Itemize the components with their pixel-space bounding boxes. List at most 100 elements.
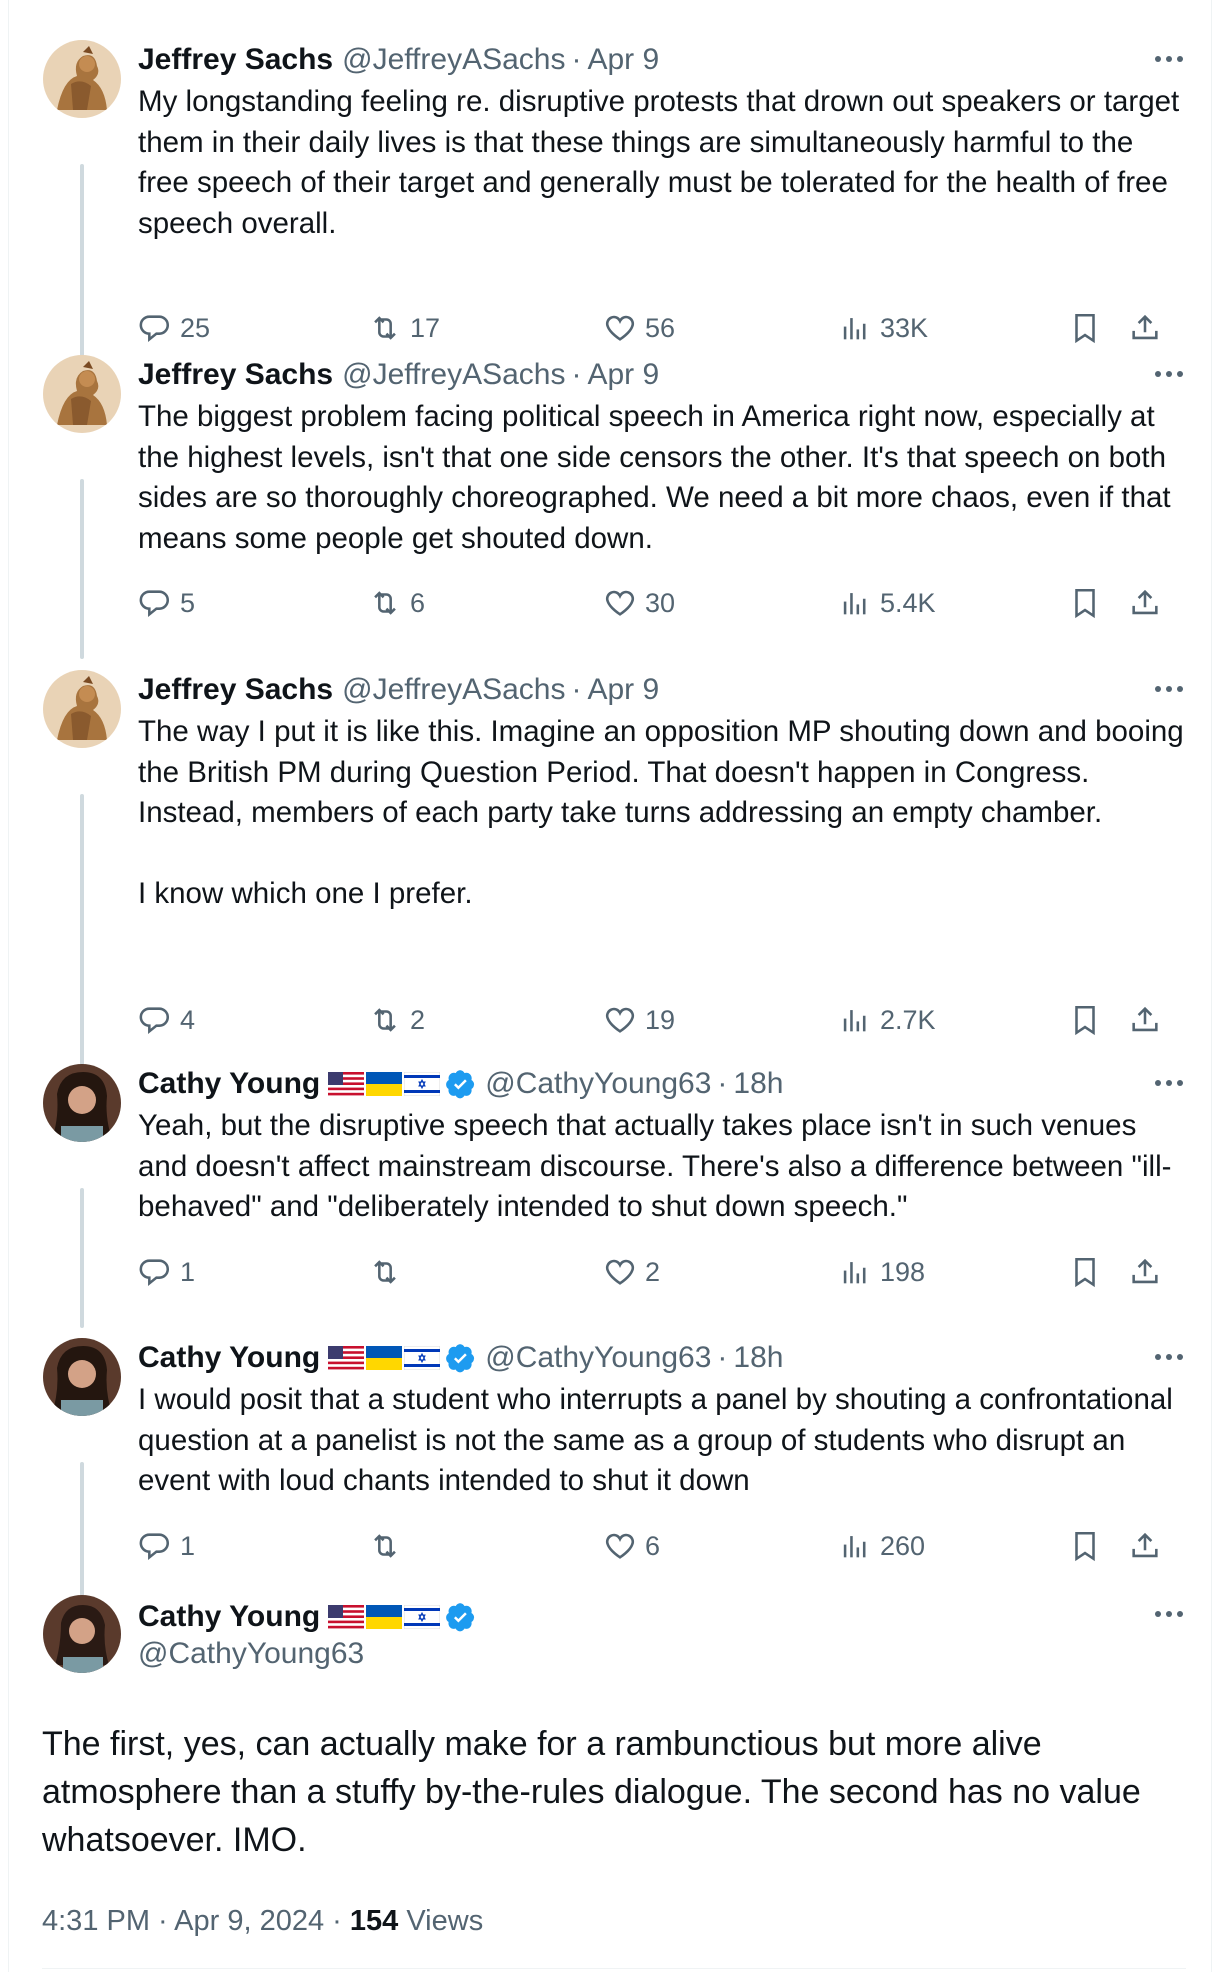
ukraine-flag-icon xyxy=(366,1072,403,1096)
author-name[interactable]: Cathy Young xyxy=(138,1600,320,1634)
share-button[interactable] xyxy=(1128,1252,1162,1292)
views-count: 198 xyxy=(880,1256,926,1287)
retweet-button[interactable] xyxy=(368,1526,410,1566)
tweet-actions: 4 2 19 2.7K xyxy=(138,1000,1188,1040)
reply-count: 1 xyxy=(180,1530,196,1561)
like-button[interactable]: 30 xyxy=(603,583,675,623)
bookmark-button[interactable] xyxy=(1068,1252,1102,1292)
bookmark-button[interactable] xyxy=(1068,1526,1102,1566)
reply-button[interactable]: 5 xyxy=(138,583,195,623)
views-button[interactable]: 260 xyxy=(838,1526,925,1566)
author-name[interactable]: Jeffrey Sachs xyxy=(138,43,333,77)
bookmark-icon xyxy=(1068,1255,1102,1289)
share-button[interactable] xyxy=(1128,1526,1162,1566)
author-handle[interactable]: @JeffreyASachs xyxy=(342,673,565,707)
like-count: 19 xyxy=(645,1004,676,1035)
bookmark-icon xyxy=(1068,311,1102,345)
avatar[interactable] xyxy=(43,1064,121,1142)
views-button[interactable]: 5.4K xyxy=(838,583,936,623)
tweet-time[interactable]: 18h xyxy=(733,1341,783,1375)
reply-button[interactable]: 25 xyxy=(138,308,210,348)
more-icon[interactable] xyxy=(1152,44,1186,74)
reply-button[interactable]: 4 xyxy=(138,1000,195,1040)
more-icon[interactable] xyxy=(1152,1342,1186,1372)
bookmark-button[interactable] xyxy=(1068,1000,1102,1040)
tweet-date[interactable]: Apr 9, 2024 xyxy=(174,1905,324,1937)
avatar[interactable] xyxy=(43,670,121,748)
author-name[interactable]: Cathy Young xyxy=(138,1341,320,1375)
author-handle[interactable]: @JeffreyASachs xyxy=(342,43,565,77)
retweet-button[interactable] xyxy=(368,1252,410,1292)
retweet-button[interactable]: 17 xyxy=(368,308,440,348)
share-button[interactable] xyxy=(1128,583,1162,623)
like-icon xyxy=(603,1255,637,1289)
like-icon xyxy=(603,1529,637,1563)
retweet-button[interactable]: 2 xyxy=(368,1000,425,1040)
tweet-time[interactable]: 4:31 PM xyxy=(42,1905,150,1937)
reply-button[interactable]: 1 xyxy=(138,1526,195,1566)
author-handle[interactable]: @CathyYoung63 xyxy=(485,1067,711,1101)
tweet-actions: 5 6 30 5.4K xyxy=(138,583,1188,623)
bookmark-button[interactable] xyxy=(1068,308,1102,348)
bookmark-button[interactable] xyxy=(1068,583,1102,623)
author-name[interactable]: Jeffrey Sachs xyxy=(138,358,333,392)
reply-count: 4 xyxy=(180,1004,196,1035)
israel-flag-icon xyxy=(404,1605,441,1629)
avatar[interactable] xyxy=(43,40,121,118)
divider xyxy=(42,1968,1186,1969)
more-icon[interactable] xyxy=(1152,1599,1186,1629)
ukraine-flag-icon xyxy=(366,1346,403,1370)
share-button[interactable] xyxy=(1128,1000,1162,1040)
tweet-header: Jeffrey Sachs @JeffreyASachs · Apr 9 xyxy=(138,355,659,395)
more-icon[interactable] xyxy=(1152,1068,1186,1098)
views-button[interactable]: 33K xyxy=(838,308,928,348)
avatar[interactable] xyxy=(43,355,121,433)
tweet-text: My longstanding feeling re. disruptive p… xyxy=(138,85,1188,240)
reply-icon xyxy=(138,586,172,620)
views-button[interactable]: 198 xyxy=(838,1252,925,1292)
thread-connector-line xyxy=(80,1462,84,1602)
timeline-border xyxy=(8,0,1212,1972)
reply-count: 25 xyxy=(180,312,211,343)
avatar[interactable] xyxy=(43,1338,121,1416)
reply-icon xyxy=(138,1529,172,1563)
retweet-count: 2 xyxy=(410,1004,426,1035)
views-icon xyxy=(838,311,872,345)
like-count: 56 xyxy=(645,312,676,343)
views-icon xyxy=(838,1003,872,1037)
like-button[interactable]: 2 xyxy=(603,1252,660,1292)
retweet-button[interactable]: 6 xyxy=(368,583,425,623)
thread-connector-line xyxy=(80,1188,84,1328)
author-name[interactable]: Jeffrey Sachs xyxy=(138,673,333,707)
tweet-time[interactable]: Apr 9 xyxy=(587,358,659,392)
share-button[interactable] xyxy=(1128,308,1162,348)
author-handle[interactable]: @CathyYoung63 xyxy=(485,1341,711,1375)
like-button[interactable]: 19 xyxy=(603,1000,675,1040)
views-button[interactable]: 2.7K xyxy=(838,1000,936,1040)
tweet-time[interactable]: Apr 9 xyxy=(587,43,659,77)
tweet-time[interactable]: 18h xyxy=(733,1067,783,1101)
reply-button[interactable]: 1 xyxy=(138,1252,195,1292)
ukraine-flag-icon xyxy=(366,1605,403,1629)
like-button[interactable]: 56 xyxy=(603,308,675,348)
retweet-icon xyxy=(368,311,402,345)
like-button[interactable]: 6 xyxy=(603,1526,660,1566)
author-name[interactable]: Cathy Young xyxy=(138,1067,320,1101)
author-handle[interactable]: @JeffreyASachs xyxy=(342,358,565,392)
more-icon[interactable] xyxy=(1152,674,1186,704)
reply-icon xyxy=(138,1255,172,1289)
separator-dot: · xyxy=(571,43,582,76)
thread-connector-line xyxy=(80,479,84,659)
bookmark-icon xyxy=(1068,586,1102,620)
tweet-time[interactable]: Apr 9 xyxy=(587,673,659,707)
tweet-header: Jeffrey Sachs @JeffreyASachs · Apr 9 xyxy=(138,670,659,710)
author-handle[interactable]: @CathyYoung63 xyxy=(138,1637,364,1671)
avatar[interactable] xyxy=(43,1595,121,1673)
main-tweet-header: Cathy Young xyxy=(138,1597,476,1637)
tweet-text: The biggest problem facing political spe… xyxy=(138,400,1179,555)
main-tweet-text: The first, yes, can actually make for a … xyxy=(42,1725,1141,1859)
more-icon[interactable] xyxy=(1152,359,1186,389)
retweet-icon xyxy=(368,586,402,620)
tweet-text: Yeah, but the disruptive speech that act… xyxy=(138,1109,1172,1223)
like-count: 30 xyxy=(645,587,676,618)
